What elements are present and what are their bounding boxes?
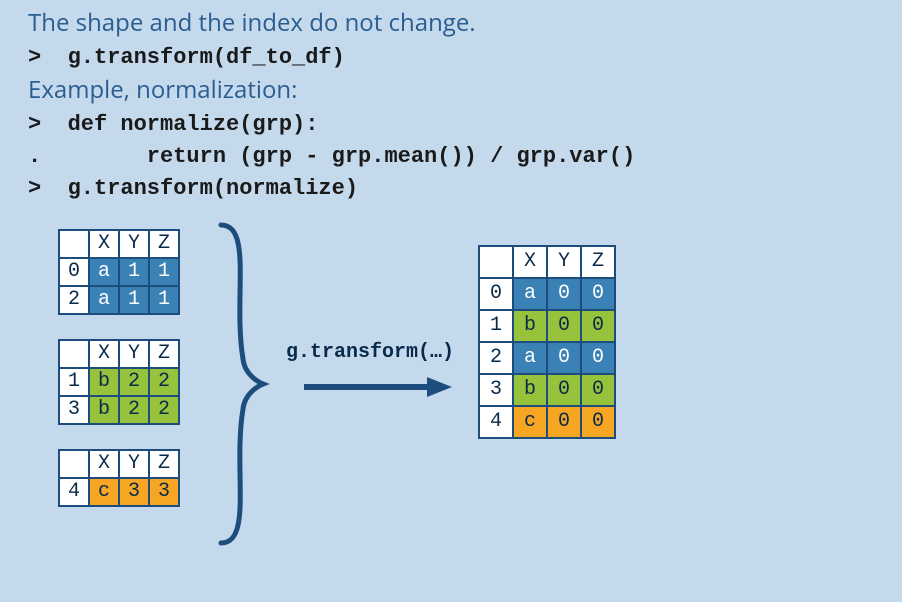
col-header: Y (547, 246, 581, 278)
cell: 0 (547, 278, 581, 310)
prompt: . (28, 141, 54, 173)
cell: 0 (547, 374, 581, 406)
group-table-c: XYZ 4c33 (58, 449, 180, 507)
transform-label: g.transform(…) (286, 341, 454, 364)
cell: a (513, 342, 547, 374)
col-header: Y (119, 340, 149, 368)
row-index: 0 (479, 278, 513, 310)
cell: 0 (581, 278, 615, 310)
cell: 0 (581, 406, 615, 438)
cell: 0 (581, 310, 615, 342)
code-line-2b: . return (grp - grp.mean()) / grp.var() (28, 141, 902, 173)
result-table: XYZ 0a00 1b00 2a00 3b00 4c00 (478, 245, 616, 439)
cell: a (513, 278, 547, 310)
code-line-2c: > g.transform(normalize) (28, 173, 902, 205)
cell: 2 (119, 396, 149, 424)
col-header: X (89, 230, 119, 258)
explain-line-1: The shape and the index do not change. (28, 6, 902, 40)
prompt: > (28, 109, 54, 141)
cell: b (89, 396, 119, 424)
prompt: > (28, 173, 54, 205)
group-table-b: XYZ 1b22 3b22 (58, 339, 180, 425)
cell: b (513, 310, 547, 342)
cell: 3 (149, 478, 179, 506)
col-header: Z (149, 230, 179, 258)
row-index: 4 (479, 406, 513, 438)
prompt: > (28, 42, 54, 74)
col-header: Z (149, 340, 179, 368)
cell: c (513, 406, 547, 438)
diagram: XYZ 0a11 2a11 XYZ 1b22 3b22 XYZ 4c33 g.t… (58, 229, 902, 579)
cell: 0 (581, 374, 615, 406)
cell: 0 (581, 342, 615, 374)
col-header: Z (149, 450, 179, 478)
cell: 0 (547, 406, 581, 438)
row-index: 1 (59, 368, 89, 396)
col-header: X (513, 246, 547, 278)
code-text: return (grp - grp.mean()) / grp.var() (68, 144, 636, 169)
cell: 1 (149, 258, 179, 286)
explain-line-2: Example, normalization: (28, 73, 902, 107)
cell: a (89, 286, 119, 314)
code-line-1: > g.transform(df_to_df) (28, 42, 902, 74)
row-index: 4 (59, 478, 89, 506)
row-index: 2 (59, 286, 89, 314)
code-text: g.transform(normalize) (68, 176, 358, 201)
cell: 0 (547, 342, 581, 374)
arrow-icon (302, 375, 452, 399)
cell: 3 (119, 478, 149, 506)
cell: b (513, 374, 547, 406)
col-header: Y (119, 450, 149, 478)
group-table-a: XYZ 0a11 2a11 (58, 229, 180, 315)
cell: 1 (119, 258, 149, 286)
cell: c (89, 478, 119, 506)
brace-icon (213, 219, 273, 549)
col-header: Y (119, 230, 149, 258)
cell: 0 (547, 310, 581, 342)
code-text: def normalize(grp): (68, 112, 319, 137)
col-header: X (89, 340, 119, 368)
row-index: 3 (479, 374, 513, 406)
code-text: g.transform(df_to_df) (68, 45, 345, 70)
col-header: Z (581, 246, 615, 278)
row-index: 3 (59, 396, 89, 424)
row-index: 0 (59, 258, 89, 286)
cell: 2 (149, 368, 179, 396)
cell: b (89, 368, 119, 396)
row-index: 1 (479, 310, 513, 342)
cell: 1 (119, 286, 149, 314)
col-header: X (89, 450, 119, 478)
row-index: 2 (479, 342, 513, 374)
cell: a (89, 258, 119, 286)
code-line-2a: > def normalize(grp): (28, 109, 902, 141)
cell: 2 (119, 368, 149, 396)
cell: 2 (149, 396, 179, 424)
cell: 1 (149, 286, 179, 314)
